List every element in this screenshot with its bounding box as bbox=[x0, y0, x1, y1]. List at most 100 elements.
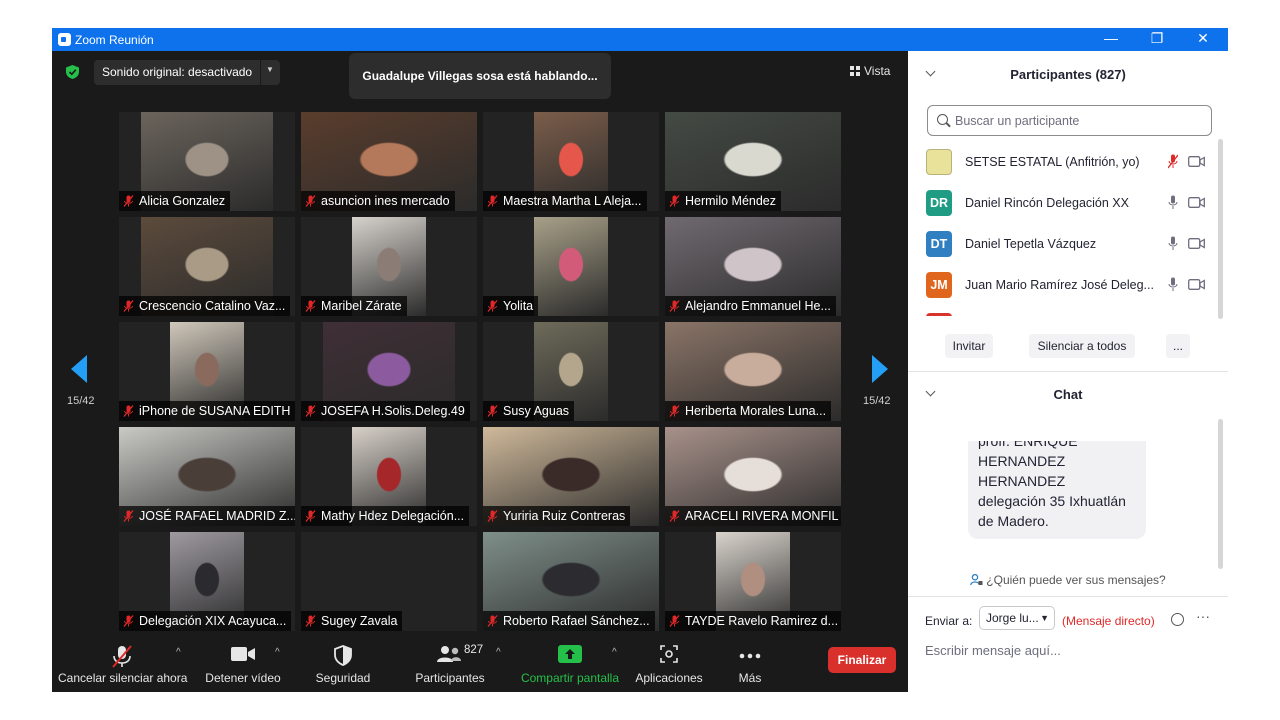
mic-icon[interactable] bbox=[1168, 236, 1178, 251]
mute-all-button[interactable]: Silenciar a todos bbox=[1029, 334, 1135, 358]
minimize-button[interactable]: — bbox=[1088, 28, 1134, 51]
more-button[interactable]: Más bbox=[728, 637, 772, 692]
participant-name-tag: asuncion ines mercado bbox=[301, 191, 455, 211]
chat-more-button[interactable]: ··· bbox=[1196, 608, 1210, 624]
original-sound-dropdown[interactable]: Sonido original: desactivado ▼ bbox=[94, 60, 280, 85]
participant-row[interactable]: DT Daniel Tepetla Vázquez bbox=[908, 223, 1220, 264]
original-sound-label: Sonido original: desactivado bbox=[102, 65, 253, 79]
participant-name-tag: Susy Aguas bbox=[483, 401, 575, 421]
avatar bbox=[926, 313, 952, 316]
panel-divider bbox=[908, 371, 1228, 372]
participant-name: Hermilo Méndez bbox=[685, 194, 777, 208]
video-tile[interactable]: Crescencio Catalino Vaz... bbox=[119, 217, 295, 316]
participant-row[interactable]: DR Daniel Rincón Delegación XX bbox=[908, 182, 1220, 223]
video-tile[interactable]: Maribel Zárate bbox=[301, 217, 477, 316]
share-options-caret[interactable]: ^ bbox=[612, 647, 617, 658]
video-camera-icon[interactable] bbox=[1188, 156, 1205, 167]
participant-name-tag: JOSÉ RAFAEL MADRID Z... bbox=[119, 506, 295, 526]
video-tile[interactable]: asuncion ines mercado bbox=[301, 112, 477, 211]
close-button[interactable]: ✕ bbox=[1180, 28, 1226, 51]
video-tile[interactable]: Mathy Hdez Delegación... bbox=[301, 427, 477, 526]
participant-search-input[interactable]: Buscar un participante bbox=[927, 105, 1212, 136]
chat-message-input[interactable]: Escribir mensaje aquí... bbox=[925, 643, 1061, 658]
video-options-caret[interactable]: ^ bbox=[275, 647, 280, 658]
who-can-see-link[interactable]: ¿Quién puede ver sus mensajes? bbox=[908, 573, 1228, 587]
restore-button[interactable]: ❐ bbox=[1134, 28, 1180, 51]
video-tile[interactable]: Yolita bbox=[483, 217, 659, 316]
invite-button[interactable]: Invitar bbox=[945, 334, 993, 358]
video-tile[interactable]: Maestra Martha L Aleja... bbox=[483, 112, 659, 211]
video-tile[interactable]: JOSEFA H.Solis.Deleg.49 bbox=[301, 322, 477, 421]
unmute-label: Cancelar silenciar ahora bbox=[58, 671, 188, 685]
send-to-dropdown[interactable]: Jorge lu... ▼ bbox=[979, 606, 1055, 630]
video-tile[interactable]: JOSÉ RAFAEL MADRID Z... bbox=[119, 427, 295, 526]
chat-header: Chat bbox=[1053, 387, 1083, 402]
participant-name-tag: Yuriria Ruiz Contreras bbox=[483, 506, 631, 526]
video-tile[interactable]: Sugey Zavala bbox=[301, 532, 477, 631]
participant-name: Sugey Zavala bbox=[321, 614, 398, 628]
audio-options-caret[interactable]: ^ bbox=[176, 647, 181, 658]
send-to-value: Jorge lu... bbox=[986, 611, 1039, 625]
participant-row[interactable] bbox=[908, 305, 1220, 316]
chevron-down-icon[interactable]: ▼ bbox=[266, 65, 274, 74]
side-panel: Participantes (827) Buscar un participan… bbox=[908, 51, 1228, 692]
title-bar: Zoom Reunión — ❐ ✕ bbox=[52, 28, 1228, 51]
participant-name-tag: TAYDE Ravelo Ramirez d... bbox=[665, 611, 841, 631]
participants-more-button[interactable]: ... bbox=[1166, 334, 1190, 358]
participant-list-scrollbar[interactable] bbox=[1218, 139, 1223, 319]
encryption-shield-icon[interactable] bbox=[66, 65, 79, 79]
video-tile[interactable]: TAYDE Ravelo Ramirez d... bbox=[665, 532, 841, 631]
participant-name: Roberto Rafael Sánchez... bbox=[503, 614, 650, 628]
participant-name-tag: Heriberta Morales Luna... bbox=[665, 401, 832, 421]
participant-name-tag: Maestra Martha L Aleja... bbox=[483, 191, 647, 211]
mic-icon[interactable] bbox=[1168, 195, 1178, 210]
mic-muted-icon bbox=[305, 510, 316, 522]
direct-message-label: (Mensaje directo) bbox=[1062, 614, 1155, 628]
emoji-icon[interactable] bbox=[1171, 613, 1184, 626]
security-label: Seguridad bbox=[315, 671, 371, 685]
apps-button[interactable]: Aplicaciones bbox=[632, 637, 706, 692]
video-tile[interactable]: ARACELI RIVERA MONFIL bbox=[665, 427, 841, 526]
participants-icon bbox=[437, 646, 461, 662]
participants-button[interactable]: 827 Participantes ^ bbox=[404, 637, 500, 692]
avatar: DR bbox=[926, 190, 952, 216]
mic-icon[interactable] bbox=[1168, 277, 1178, 292]
participant-name: Heriberta Morales Luna... bbox=[685, 404, 827, 418]
end-meeting-button[interactable]: Finalizar bbox=[828, 647, 896, 673]
participant-row[interactable]: SETSE ESTATAL (Anfitrión, yo) bbox=[908, 141, 1220, 182]
stop-video-button[interactable]: Detener vídeo ^ bbox=[200, 637, 286, 692]
chat-scrollbar[interactable] bbox=[1218, 419, 1223, 569]
dropdown-separator bbox=[260, 60, 261, 85]
video-tile[interactable]: Heriberta Morales Luna... bbox=[665, 322, 841, 421]
unmute-button[interactable]: Cancelar silenciar ahora ^ bbox=[58, 637, 188, 692]
next-page-arrow[interactable] bbox=[872, 355, 888, 383]
mic-muted-icon[interactable] bbox=[1168, 154, 1178, 169]
participant-name-tag: Hermilo Méndez bbox=[665, 191, 782, 211]
mic-muted-icon bbox=[305, 405, 316, 417]
participant-name: Alicia Gonzalez bbox=[139, 194, 226, 208]
video-camera-icon[interactable] bbox=[1188, 197, 1205, 208]
more-dots-icon bbox=[739, 653, 761, 659]
zoom-app-icon bbox=[58, 33, 71, 46]
view-button[interactable]: Vista bbox=[850, 64, 890, 78]
chevron-down-icon: ▼ bbox=[1040, 613, 1049, 623]
share-screen-button[interactable]: Compartir pantalla ^ bbox=[516, 637, 624, 692]
video-tile[interactable]: Alejandro Emmanuel He... bbox=[665, 217, 841, 316]
video-tile[interactable]: Yuriria Ruiz Contreras bbox=[483, 427, 659, 526]
video-camera-icon[interactable] bbox=[1188, 238, 1205, 249]
video-tile[interactable]: iPhone de SUSANA EDITH bbox=[119, 322, 295, 421]
video-tile[interactable]: Susy Aguas bbox=[483, 322, 659, 421]
participants-options-caret[interactable]: ^ bbox=[496, 647, 501, 658]
video-tile[interactable]: Hermilo Méndez bbox=[665, 112, 841, 211]
more-label: Más bbox=[738, 671, 762, 685]
apps-label: Aplicaciones bbox=[635, 671, 703, 685]
previous-page-arrow[interactable] bbox=[71, 355, 87, 383]
video-camera-icon[interactable] bbox=[1188, 279, 1205, 290]
security-button[interactable]: Seguridad bbox=[308, 637, 378, 692]
participant-name-tag: Maribel Zárate bbox=[301, 296, 407, 316]
video-tile[interactable]: Delegación XIX Acayuca... bbox=[119, 532, 295, 631]
video-tile[interactable]: Roberto Rafael Sánchez... bbox=[483, 532, 659, 631]
participant-row[interactable]: JM Juan Mario Ramírez José Deleg... bbox=[908, 264, 1220, 305]
video-tile[interactable]: Alicia Gonzalez bbox=[119, 112, 295, 211]
participant-list: SETSE ESTATAL (Anfitrión, yo) DR Daniel Ri… bbox=[908, 141, 1220, 316]
